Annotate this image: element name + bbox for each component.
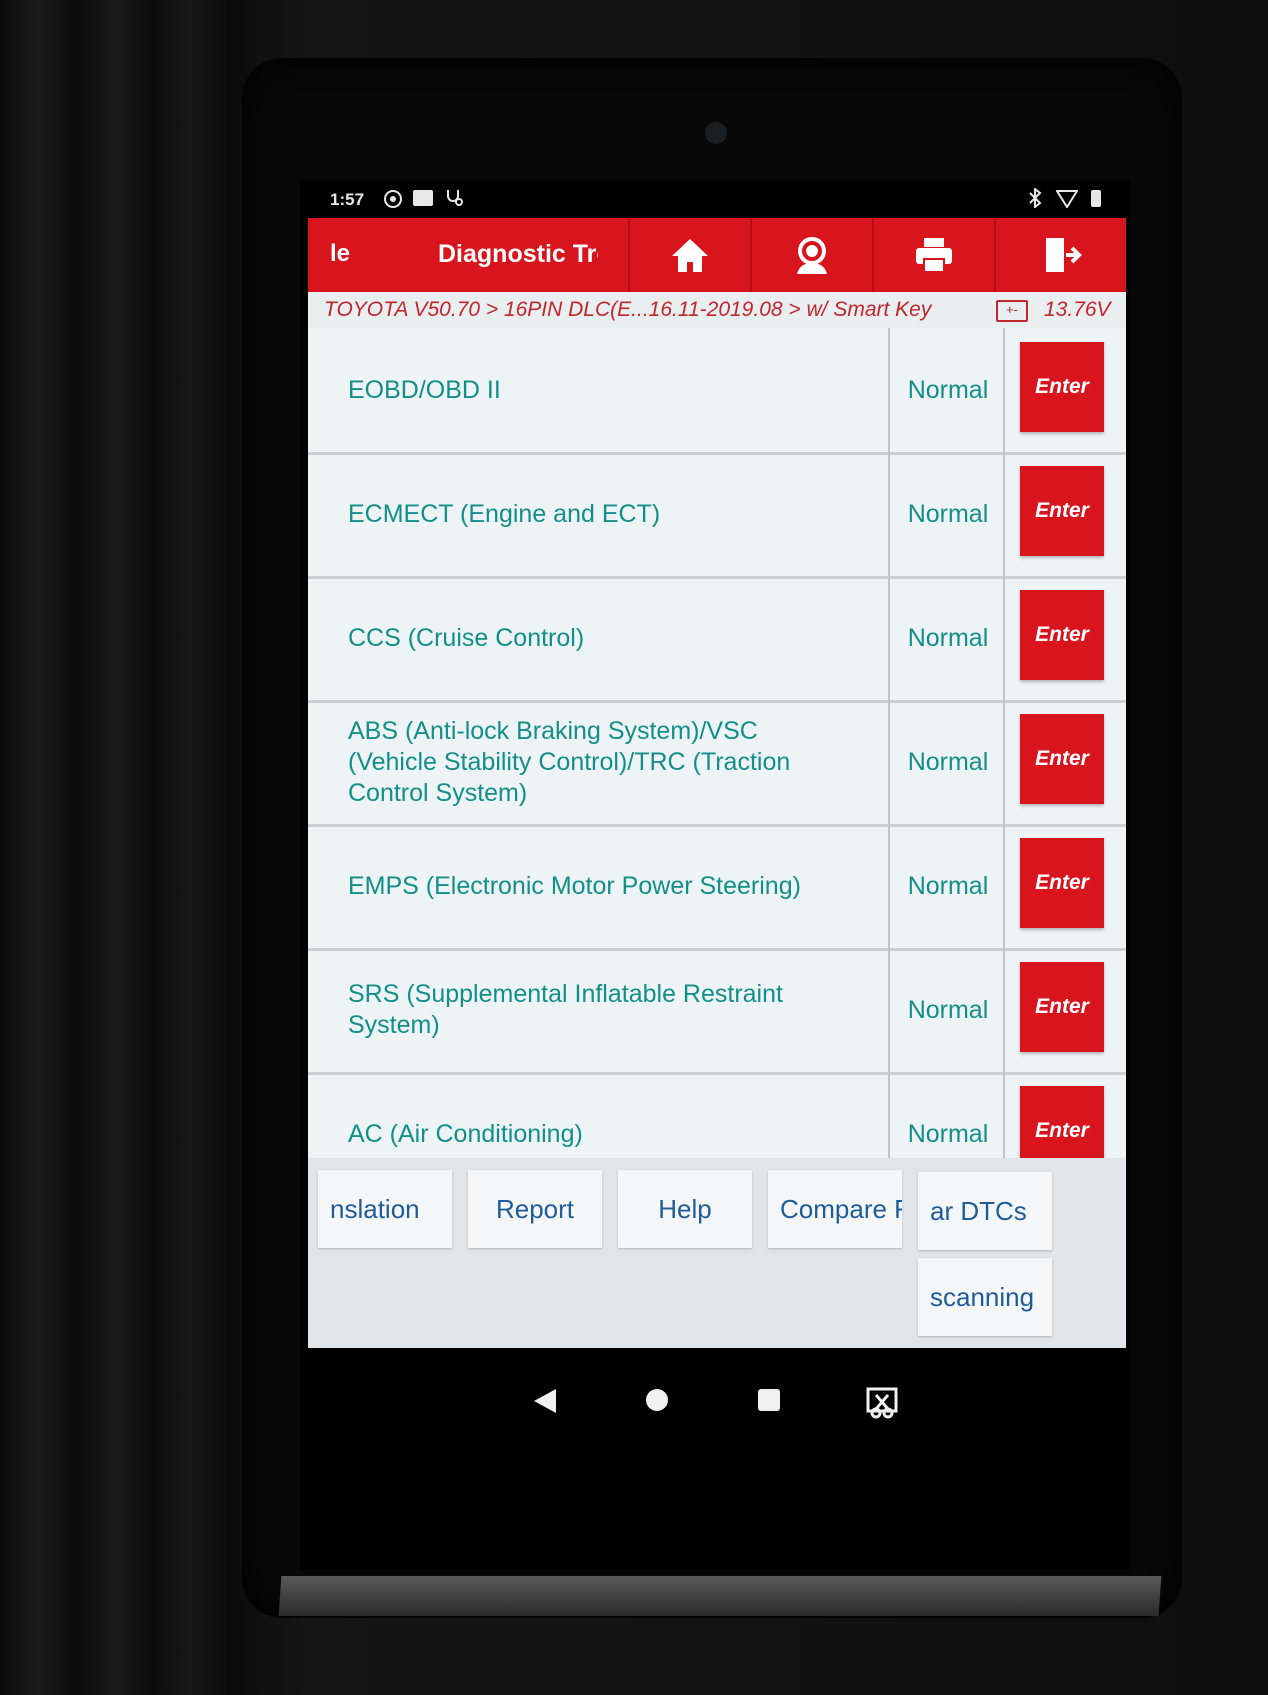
column-divider <box>888 328 890 452</box>
front-camera <box>705 122 727 144</box>
system-row: SRS (Supplemental Inflatable Restraint S… <box>308 948 1126 1075</box>
support-button[interactable] <box>750 218 872 292</box>
enter-button[interactable]: Enter <box>1020 342 1104 432</box>
print-icon <box>916 238 952 273</box>
tablet-body: 1:57 le Diagnostic Tro TOYOTA V50.70 > 1… <box>0 0 1268 1695</box>
screenshot-icon[interactable] <box>866 1387 898 1424</box>
system-status: Normal <box>907 375 989 404</box>
clear-dtcs-button[interactable]: ar DTCs <box>918 1172 1052 1250</box>
back-icon[interactable] <box>532 1387 558 1420</box>
system-status: Normal <box>907 995 989 1024</box>
app-header: le Diagnostic Tro <box>308 218 1126 292</box>
breadcrumb: TOYOTA V50.70 > 16PIN DLC(E...16.11-2019… <box>308 292 1126 328</box>
stethoscope-icon <box>444 188 464 213</box>
compare-button[interactable]: Compare F <box>768 1170 902 1248</box>
home-button[interactable] <box>628 218 750 292</box>
system-name: SRS (Supplemental Inflatable Restraint S… <box>348 980 783 1039</box>
exit-icon <box>1046 238 1082 272</box>
column-divider <box>1003 948 1005 1072</box>
system-name: ABS (Anti-lock Braking System)/VSC (Vehi… <box>348 716 791 807</box>
column-divider <box>888 948 890 1072</box>
battery-voltage-icon: +- <box>996 300 1028 322</box>
system-status: Normal <box>907 747 989 776</box>
system-status: Normal <box>907 1119 989 1148</box>
settings-notification-icon <box>382 188 404 215</box>
column-divider <box>888 700 890 824</box>
translation-button[interactable]: nslation <box>318 1170 452 1248</box>
battery-icon <box>1090 188 1102 213</box>
system-row: CCS (Cruise Control) Normal Enter <box>308 576 1126 703</box>
column-divider <box>888 452 890 576</box>
status-bar: 1:57 <box>300 180 1130 218</box>
exit-button[interactable] <box>994 218 1128 292</box>
help-button[interactable]: Help <box>618 1170 752 1248</box>
column-divider <box>888 824 890 948</box>
system-status: Normal <box>907 871 989 900</box>
voltage-readout: 13.76V <box>1044 298 1111 321</box>
enter-button[interactable]: Enter <box>1020 466 1104 556</box>
report-button[interactable]: Report <box>468 1170 602 1248</box>
screen: 1:57 le Diagnostic Tro TOYOTA V50.70 > 1… <box>300 180 1130 1570</box>
column-divider <box>1003 452 1005 576</box>
enter-button[interactable]: Enter <box>1020 714 1104 804</box>
breadcrumb-path: TOYOTA V50.70 > 16PIN DLC(E...16.11-2019… <box>324 298 932 321</box>
bluetooth-icon <box>1028 186 1042 213</box>
system-row: AC (Air Conditioning) Normal Enter <box>308 1072 1126 1158</box>
system-row: EMPS (Electronic Motor Power Steering) N… <box>308 824 1126 951</box>
support-icon <box>797 237 827 274</box>
page-title: Diagnostic Tro <box>438 240 598 268</box>
system-row: ABS (Anti-lock Braking System)/VSC (Vehi… <box>308 700 1126 827</box>
device-bottom-edge <box>278 1576 1162 1616</box>
android-nav-bar <box>300 1365 1130 1445</box>
system-list: EOBD/OBD II Normal Enter ECMECT (Engine … <box>308 328 1126 1158</box>
bottom-toolbar: nslation Report Help Compare F ar DTCs s… <box>308 1158 1126 1348</box>
system-status: Normal <box>907 499 989 528</box>
status-time: 1:57 <box>330 190 365 209</box>
column-divider <box>1003 328 1005 452</box>
system-row: EOBD/OBD II Normal Enter <box>308 328 1126 455</box>
column-divider <box>888 576 890 700</box>
home-icon <box>672 239 708 272</box>
system-name: AC (Air Conditioning) <box>348 1119 583 1148</box>
print-button[interactable] <box>872 218 994 292</box>
recents-icon[interactable] <box>756 1387 782 1418</box>
column-divider <box>1003 576 1005 700</box>
scanning-button[interactable]: scanning <box>918 1258 1052 1336</box>
column-divider <box>888 1072 890 1158</box>
wifi-icon <box>1055 188 1079 213</box>
enter-button[interactable]: Enter <box>1020 962 1104 1052</box>
column-divider <box>1003 1072 1005 1158</box>
header-left-label[interactable]: le <box>330 240 350 268</box>
system-name: CCS (Cruise Control) <box>348 623 585 652</box>
system-name: ECMECT (Engine and ECT) <box>348 499 661 528</box>
enter-button[interactable]: Enter <box>1020 590 1104 680</box>
system-name: EMPS (Electronic Motor Power Steering) <box>348 871 801 900</box>
system-name: EOBD/OBD II <box>348 375 501 404</box>
system-row: ECMECT (Engine and ECT) Normal Enter <box>308 452 1126 579</box>
system-status: Normal <box>907 623 989 652</box>
enter-button[interactable]: Enter <box>1020 838 1104 928</box>
column-divider <box>1003 824 1005 948</box>
enter-button[interactable]: Enter <box>1020 1086 1104 1158</box>
home-nav-icon[interactable] <box>644 1387 670 1418</box>
image-notification-icon <box>412 188 434 213</box>
column-divider <box>1003 700 1005 824</box>
